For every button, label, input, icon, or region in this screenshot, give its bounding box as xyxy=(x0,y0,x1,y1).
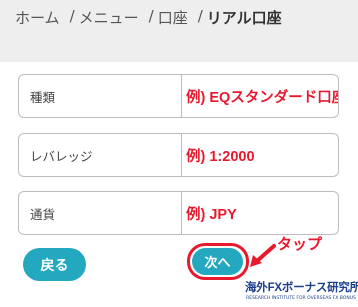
breadcrumb-separator: / xyxy=(197,7,203,25)
field-value-leverage[interactable]: 例) 1:2000 xyxy=(183,134,338,176)
field-label-account-type: 種類 xyxy=(19,75,182,117)
breadcrumb-current: リアル口座 xyxy=(206,9,282,27)
form-row-currency: 通貨 例) JPY xyxy=(18,191,339,235)
logo-sub-text: RESEARCH INSTITUTE FOR OVERSEAS FX BONUS xyxy=(246,296,356,301)
breadcrumb-separator: / xyxy=(69,7,75,25)
field-label-leverage: レバレッジ xyxy=(19,134,182,176)
next-button[interactable]: 次へ xyxy=(192,248,243,275)
page: ホーム / メニュー / 口座 / リアル口座 種類 例) EQスタンダード口座… xyxy=(0,0,358,307)
tap-annotation: タップ xyxy=(277,236,323,253)
breadcrumb-item-account[interactable]: 口座 xyxy=(158,7,188,28)
back-button[interactable]: 戻る xyxy=(23,248,86,281)
arrow-down-left-icon xyxy=(250,244,276,267)
field-label-currency: 通貨 xyxy=(19,192,182,234)
logo-main-text: 海外FXボーナス研究所 xyxy=(245,282,358,294)
breadcrumb: ホーム / メニュー / 口座 / リアル口座 xyxy=(15,7,282,28)
form-row-account-type: 種類 例) EQスタンダード口座 xyxy=(18,74,339,118)
breadcrumb-band: ホーム / メニュー / 口座 / リアル口座 xyxy=(0,0,358,62)
site-logo: 海外FXボーナス研究所 RESEARCH INSTITUTE FOR OVERS… xyxy=(245,279,358,305)
field-value-currency[interactable]: 例) JPY xyxy=(183,192,338,234)
breadcrumb-item-menu[interactable]: メニュー xyxy=(79,7,139,28)
form-row-leverage: レバレッジ 例) 1:2000 xyxy=(18,133,339,177)
breadcrumb-separator: / xyxy=(148,7,154,25)
field-value-account-type[interactable]: 例) EQスタンダード口座 xyxy=(183,75,338,117)
breadcrumb-item-home[interactable]: ホーム xyxy=(15,7,60,28)
